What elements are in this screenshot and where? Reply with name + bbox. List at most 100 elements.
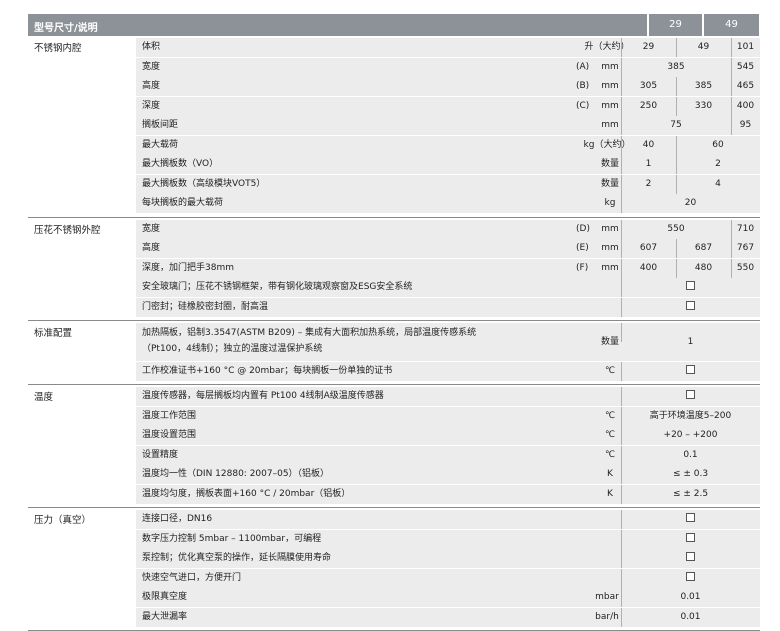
- value-cell: [621, 569, 760, 588]
- standard-checkbox-icon: [686, 532, 695, 542]
- table-row: 温度传感器，每层搁板均内置有 Pt100 4线制A级温度传感器: [136, 387, 760, 406]
- table-row: 安全玻璃门；压花不锈钢框架，带有钢化玻璃观察窗及ESG安全系统: [136, 278, 760, 297]
- model-29-header: 29: [669, 19, 682, 30]
- row-label: 门密封；硅橡胶密封圈，耐高温: [142, 301, 269, 312]
- standard-checkbox-icon: [686, 552, 695, 561]
- value-cell: 60: [712, 139, 724, 150]
- value-cell: [621, 298, 760, 317]
- section-label: 压力（真空）: [34, 515, 92, 526]
- value-cell: 4: [715, 178, 721, 189]
- value-cell: 550: [736, 262, 755, 273]
- value-cell: 1: [687, 337, 694, 347]
- row-label: 宽度: [142, 61, 161, 72]
- value-cell: 1: [645, 159, 652, 169]
- row-label: 设置精度: [142, 449, 179, 460]
- section-0: 不锈钢内腔 体积 升（大约） 29 49 101 宽度 (A) mm 385 545 高度 (B) mm 3…: [28, 36, 760, 218]
- table-row: 数字压力控制 5mbar – 1100mbar，可编程: [136, 529, 760, 549]
- column-divider: [621, 135, 622, 155]
- row-label: 最大搁板数（高级模块VOT5）: [142, 178, 266, 189]
- column-divider: [621, 426, 622, 445]
- value-cell: 29: [642, 42, 655, 52]
- row-label: 工作校准证书+160 °C @ 20mbar；每块搁板一份单独的证书: [142, 365, 393, 376]
- table-row: 宽度 (A) mm 385 545: [136, 57, 760, 77]
- row-label: 快速空气进口，方便开门: [142, 572, 242, 583]
- table-row: 温度工作范围 ℃ 高于环境温度5–200: [136, 406, 760, 426]
- column-divider: [621, 96, 622, 116]
- value-cell: 0.01: [680, 611, 701, 622]
- standard-checkbox-icon: [686, 390, 695, 399]
- section-1: 压花不锈钢外腔 宽度 (D) mm 550 710 高度 (E) mm 607 687 767 深度，加…: [28, 218, 760, 321]
- column-divider: [621, 484, 622, 504]
- value-cell: 20: [684, 198, 697, 208]
- table-row: 高度 (B) mm 305 385 465: [136, 77, 760, 96]
- column-divider: [621, 549, 622, 568]
- row-label: 温度均一性（DIN 12880: 2007–05）（铝板）: [142, 469, 330, 479]
- model-49-header: 49: [725, 19, 738, 30]
- column-divider: [621, 529, 622, 549]
- row-label: 最大载荷: [142, 139, 179, 150]
- row-label: 最大搁板数（VO）: [142, 159, 219, 169]
- column-divider: [621, 361, 622, 381]
- row-label-line-1: 加热隔板，铝制3.3547(ASTM B209) – 集成有大面积加热系统，局部…: [142, 328, 477, 338]
- value-cell: 330: [694, 100, 713, 111]
- value-cell: 2: [715, 159, 721, 169]
- row-label: 高度: [142, 81, 161, 91]
- value-cell: [621, 387, 760, 406]
- row-label: 体积: [142, 42, 161, 52]
- column-divider: [621, 174, 622, 194]
- row-label: 最大泄漏率: [142, 611, 188, 622]
- column-divider: [621, 57, 622, 77]
- row-label: 温度设置范围: [142, 430, 197, 440]
- table-header: 型号尺寸/说明 29 49 101: [28, 14, 780, 36]
- column-divider: [621, 258, 622, 278]
- value-cell: 550: [667, 223, 685, 234]
- value-cell: 250: [639, 100, 658, 111]
- row-label: 温度工作范围: [142, 410, 197, 421]
- column-divider: [621, 278, 622, 297]
- table-row: 温度均匀度，搁板表面+160 °C / 20mbar（铝板） K ≤ ± 2.5: [136, 484, 760, 504]
- value-cell: 400: [736, 100, 755, 111]
- table-row: 体积 升（大约） 29 49 101: [136, 38, 760, 57]
- column-divider: [621, 387, 622, 406]
- value-cell: 607: [639, 243, 658, 253]
- value-cell: [621, 362, 760, 381]
- column-divider: [621, 239, 622, 258]
- table-row: 最大泄漏率 bar/h 0.01: [136, 607, 760, 627]
- table-row: 最大搁板数（VO） 数量 1 2: [136, 155, 760, 174]
- section-4: 压力（真空） 连接口径，DN16 数字压力控制 5mbar – 1100mbar，可…: [28, 508, 760, 631]
- column-divider: [621, 465, 622, 484]
- value-cell: 400: [639, 262, 658, 273]
- column-divider: [621, 116, 622, 135]
- value-cell: 高于环境温度5–200: [649, 410, 732, 421]
- table-row: 最大搁板数（高级模块VOT5） 数量 2 4: [136, 174, 760, 194]
- column-divider: [621, 297, 622, 317]
- table-row: 设置精度 ℃ 0.1: [136, 445, 760, 465]
- table-row: 深度，加门把手38mm (F) mm 400 480 550: [136, 258, 760, 278]
- section-label: 标准配置: [34, 328, 73, 339]
- value-cell: 687: [694, 243, 713, 253]
- value-cell: 95: [739, 120, 752, 130]
- value-cell: 767: [736, 243, 755, 253]
- standard-checkbox-icon: [686, 364, 695, 374]
- value-cell: ≤ ± 0.3: [672, 469, 709, 479]
- value-cell: 465: [736, 81, 755, 91]
- row-label: 安全玻璃门；压花不锈钢框架，带有钢化玻璃观察窗及ESG安全系统: [142, 282, 413, 292]
- column-divider: [621, 588, 622, 607]
- value-cell: 75: [670, 120, 682, 130]
- section-label: 不锈钢内腔: [34, 43, 82, 54]
- column-divider: [621, 194, 622, 213]
- column-divider: [621, 38, 622, 57]
- row-label: 深度: [142, 100, 161, 111]
- value-cell: 0.1: [683, 449, 698, 460]
- standard-checkbox-icon: [686, 300, 695, 310]
- value-cell: +20 – +200: [663, 430, 718, 440]
- model-101-header: 101: [774, 19, 780, 30]
- section-label: 温度: [34, 392, 54, 403]
- table-row: 温度均一性（DIN 12880: 2007–05）（铝板） K ≤ ± 0.3: [136, 465, 760, 484]
- table-row: 工作校准证书+160 °C @ 20mbar；每块搁板一份单独的证书 ℃: [136, 361, 760, 381]
- row-label: 数字压力控制 5mbar – 1100mbar，可编程: [142, 533, 322, 544]
- row-label: 连接口径，DN16: [142, 514, 213, 524]
- spec-table: 型号尺寸/说明 29 49 101 不锈钢内腔体积升（大约）2949101宽度(…: [28, 14, 780, 631]
- table-row: 宽度 (D) mm 550 710: [136, 219, 760, 239]
- section-label: 压花不锈钢外腔: [34, 224, 101, 236]
